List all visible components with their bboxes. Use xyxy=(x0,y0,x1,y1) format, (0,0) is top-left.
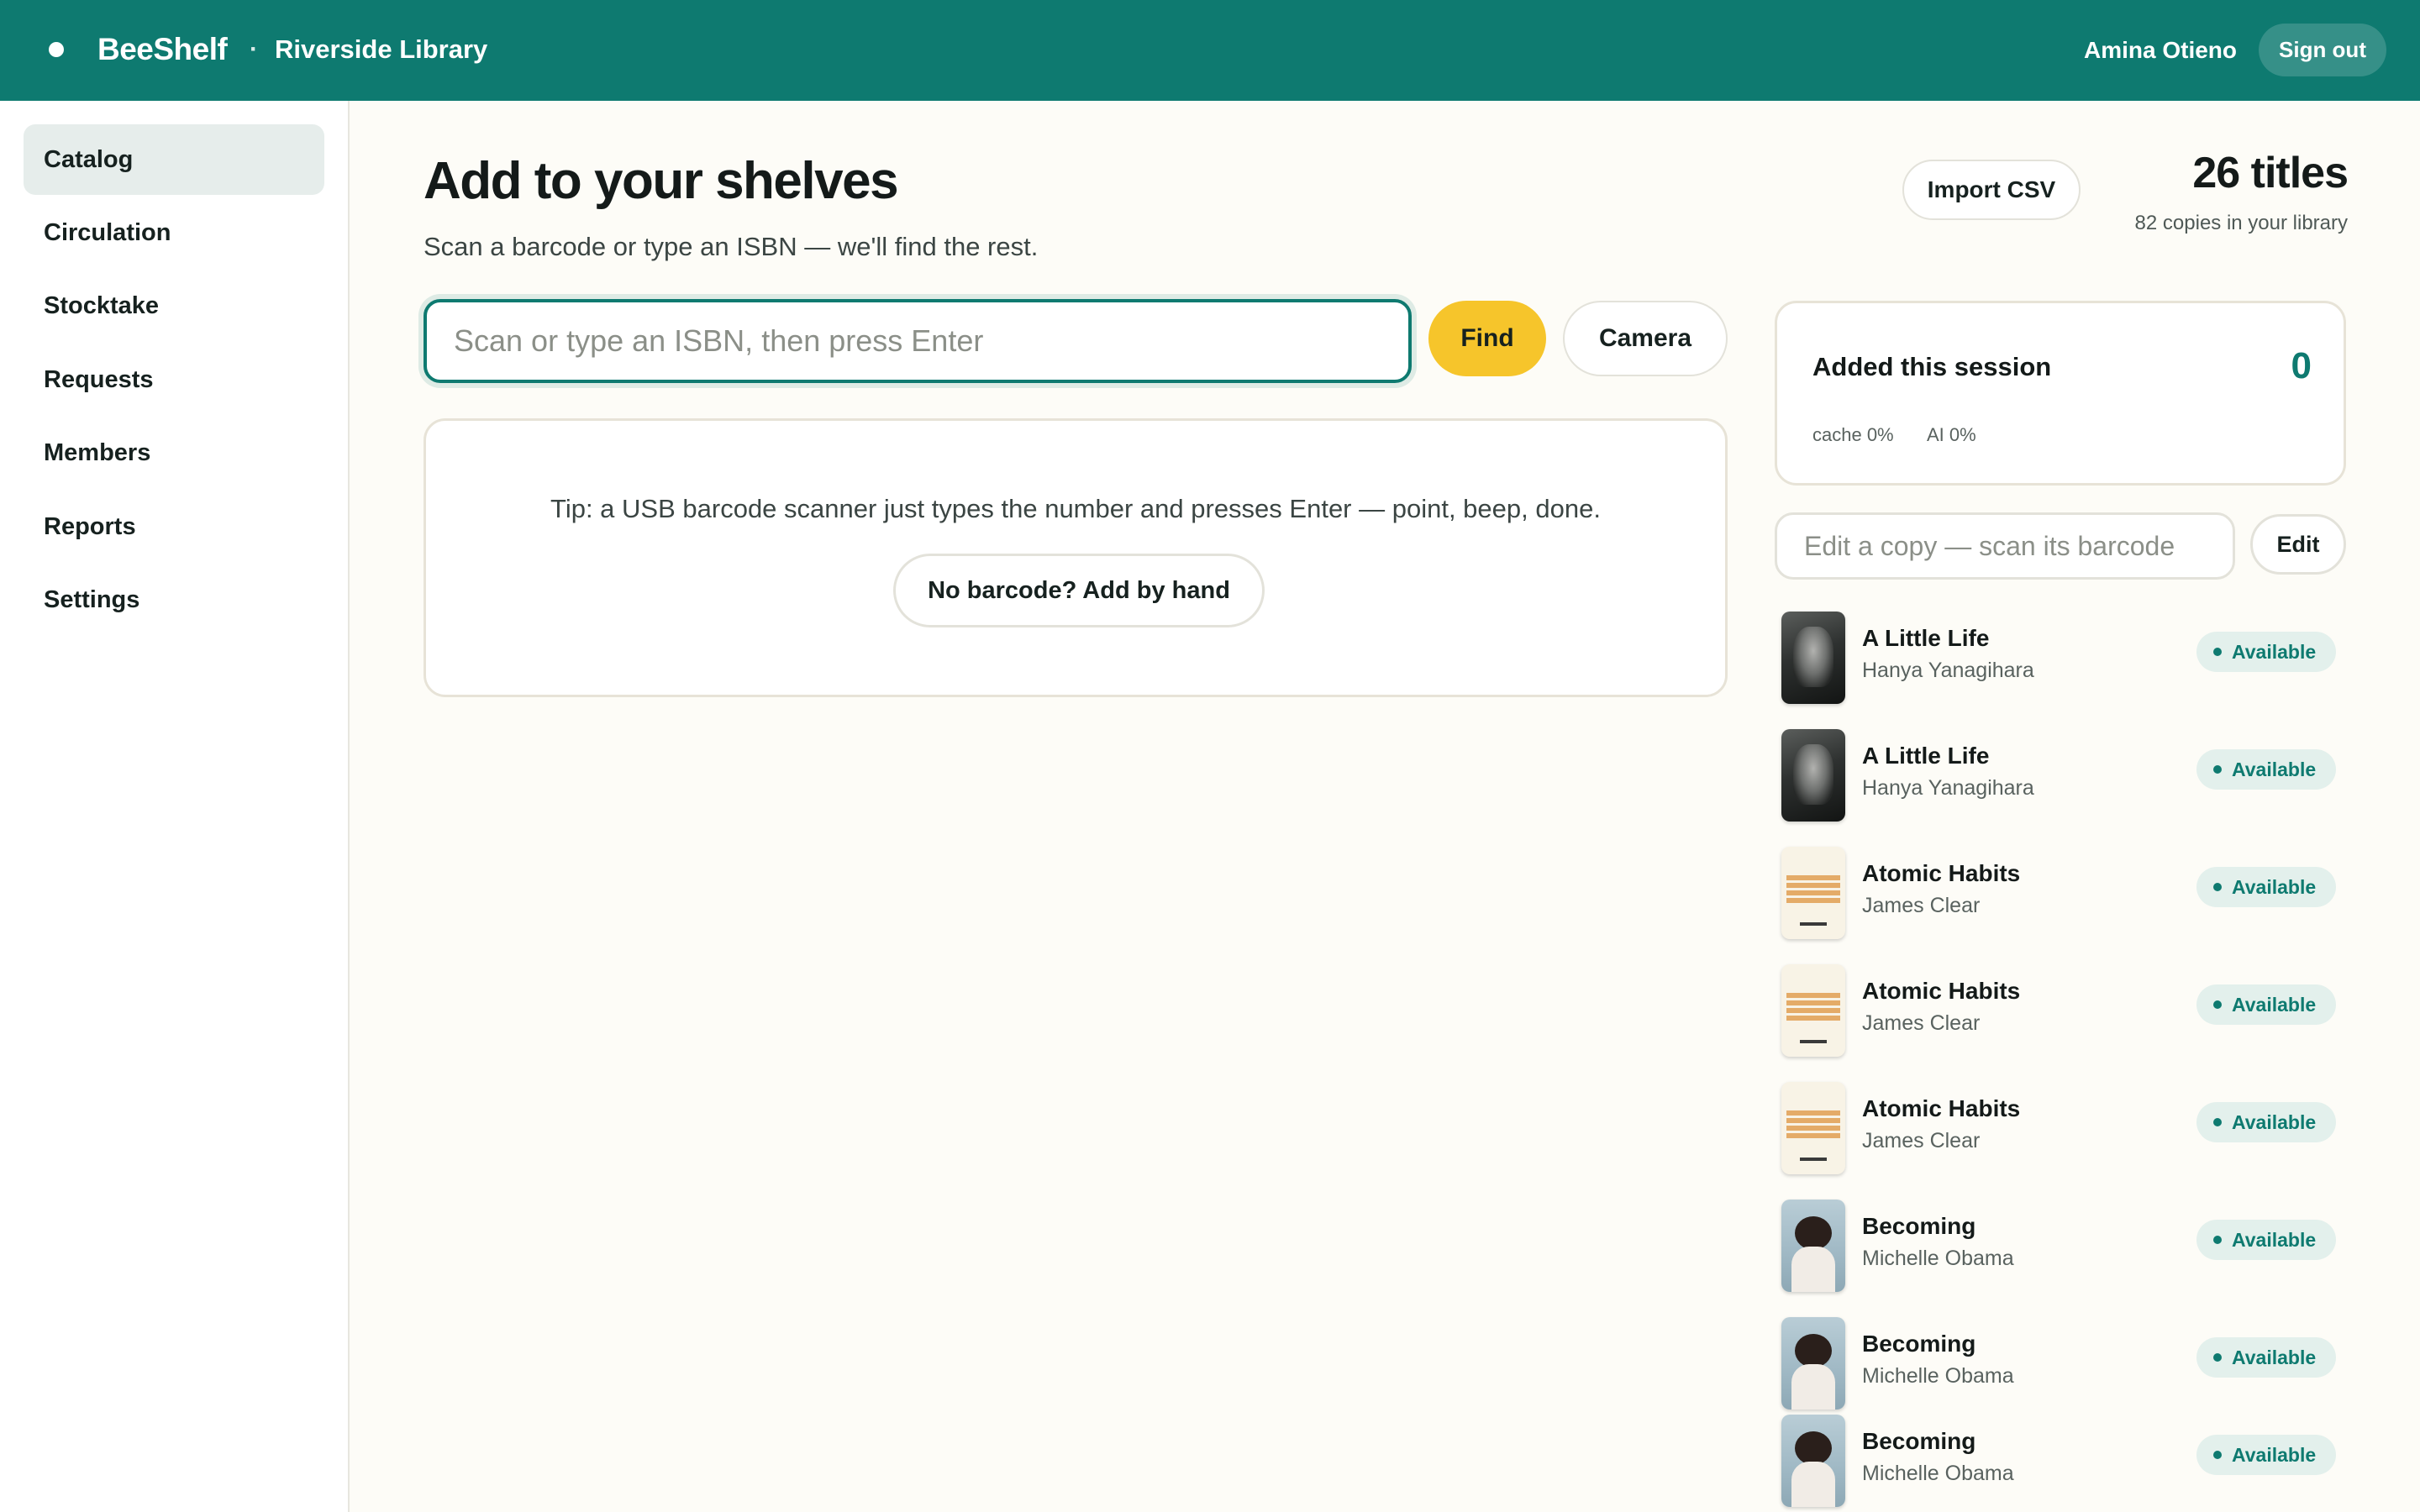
cache-stat: cache 0% xyxy=(1812,424,1894,445)
book-row[interactable]: Becoming Michelle Obama Available xyxy=(1775,1189,2346,1297)
brand-dot-icon xyxy=(49,42,64,57)
status-dot-icon xyxy=(2213,765,2222,774)
book-title: Becoming xyxy=(1862,1331,1976,1357)
status-label: Available xyxy=(2232,1444,2317,1466)
isbn-search-input[interactable] xyxy=(424,299,1412,383)
top-bar: BeeShelf · Riverside Library Amina Otien… xyxy=(0,0,2420,101)
status-badge: Available xyxy=(2196,984,2336,1025)
book-cover-cream-text xyxy=(1781,1082,1845,1174)
status-badge: Available xyxy=(2196,1102,2336,1142)
book-cover-blue-portrait xyxy=(1781,1415,1845,1507)
book-row[interactable]: Atomic Habits James Clear Available xyxy=(1775,837,2346,944)
book-author: Hanya Yanagihara xyxy=(1862,776,2034,800)
book-author: Hanya Yanagihara xyxy=(1862,659,2034,682)
brand-logo[interactable]: BeeShelf xyxy=(97,27,228,72)
session-card: Added this session 0 cache 0% AI 0% xyxy=(1775,301,2346,486)
sidebar-item-settings[interactable]: Settings xyxy=(24,564,324,635)
book-title: Becoming xyxy=(1862,1428,1976,1454)
book-cover-blue-portrait xyxy=(1781,1200,1845,1292)
book-title: A Little Life xyxy=(1862,743,1990,769)
status-dot-icon xyxy=(2213,1118,2222,1126)
find-button[interactable]: Find xyxy=(1428,301,1546,376)
status-label: Available xyxy=(2232,759,2317,780)
status-dot-icon xyxy=(2213,1236,2222,1244)
book-author: Michelle Obama xyxy=(1862,1462,2014,1485)
page-title: Add to your shelves xyxy=(424,152,899,210)
book-author: James Clear xyxy=(1862,894,1981,917)
sidebar-item-requests[interactable]: Requests xyxy=(24,344,324,415)
tip-text: Tip: a USB barcode scanner just types th… xyxy=(550,494,1601,523)
page-subtitle: Scan a barcode or type an ISBN — we'll f… xyxy=(424,232,1039,261)
book-title: Atomic Habits xyxy=(1862,860,2021,886)
status-dot-icon xyxy=(2213,883,2222,891)
status-label: Available xyxy=(2232,641,2317,663)
status-label: Available xyxy=(2232,1347,2317,1368)
user-name[interactable]: Amina Otieno xyxy=(2033,27,2237,74)
book-cover-blue-portrait xyxy=(1781,1317,1845,1410)
status-dot-icon xyxy=(2213,1000,2222,1009)
book-author: Michelle Obama xyxy=(1862,1364,2014,1388)
sidebar-item-catalog[interactable]: Catalog xyxy=(24,124,324,195)
sidebar-item-stocktake[interactable]: Stocktake xyxy=(24,270,324,341)
status-label: Available xyxy=(2232,1229,2317,1251)
edit-button[interactable]: Edit xyxy=(2250,514,2346,575)
book-row[interactable]: A Little Life Hanya Yanagihara Available xyxy=(1775,719,2346,827)
book-cover-cream-text xyxy=(1781,847,1845,939)
brand-separator: · xyxy=(250,35,258,63)
session-label: Added this session xyxy=(1812,352,2052,381)
status-badge: Available xyxy=(2196,749,2336,790)
status-dot-icon xyxy=(2213,1451,2222,1459)
tip-card: Tip: a USB barcode scanner just types th… xyxy=(424,418,1728,697)
book-cover-dark-portrait xyxy=(1781,729,1845,822)
copies-count: 82 copies in your library xyxy=(2134,212,2348,234)
sidebar-item-reports[interactable]: Reports xyxy=(24,491,324,562)
status-badge: Available xyxy=(2196,867,2336,907)
book-author: James Clear xyxy=(1862,1011,1981,1035)
status-badge: Available xyxy=(2196,1337,2336,1378)
book-cover-dark-portrait xyxy=(1781,612,1845,704)
add-by-hand-button[interactable]: No barcode? Add by hand xyxy=(893,554,1265,627)
book-title: Atomic Habits xyxy=(1862,978,2021,1004)
book-cover-cream-text xyxy=(1781,964,1845,1057)
sidebar-item-members[interactable]: Members xyxy=(24,417,324,488)
book-row[interactable]: A Little Life Hanya Yanagihara Available xyxy=(1775,601,2346,709)
sign-out-button[interactable]: Sign out xyxy=(2259,24,2386,76)
titles-count: 26 titles xyxy=(2192,149,2349,197)
camera-button[interactable]: Camera xyxy=(1563,301,1728,376)
sidebar: Catalog Circulation Stocktake Requests M… xyxy=(0,101,350,1512)
book-title: Becoming xyxy=(1862,1213,1976,1239)
book-title: Atomic Habits xyxy=(1862,1095,2021,1121)
library-name: Riverside Library xyxy=(275,34,488,64)
status-badge: Available xyxy=(2196,1220,2336,1260)
status-label: Available xyxy=(2232,1111,2317,1133)
sidebar-item-circulation[interactable]: Circulation xyxy=(24,197,324,268)
edit-copy-input[interactable] xyxy=(1775,512,2235,580)
book-row[interactable]: Becoming Michelle Obama Available xyxy=(1775,1404,2346,1512)
book-row[interactable]: Atomic Habits James Clear Available xyxy=(1775,954,2346,1062)
status-badge: Available xyxy=(2196,632,2336,672)
status-dot-icon xyxy=(2213,648,2222,656)
status-label: Available xyxy=(2232,876,2317,898)
status-label: Available xyxy=(2232,994,2317,1016)
book-author: Michelle Obama xyxy=(1862,1247,2014,1270)
book-row[interactable]: Becoming Michelle Obama Available xyxy=(1775,1307,2346,1415)
book-row[interactable]: Atomic Habits James Clear Available xyxy=(1775,1072,2346,1179)
ai-stat: AI 0% xyxy=(1927,424,1976,445)
status-badge: Available xyxy=(2196,1435,2336,1475)
book-title: A Little Life xyxy=(1862,625,1990,651)
status-dot-icon xyxy=(2213,1353,2222,1362)
book-author: James Clear xyxy=(1862,1129,1981,1152)
session-count: 0 xyxy=(2291,345,2312,386)
